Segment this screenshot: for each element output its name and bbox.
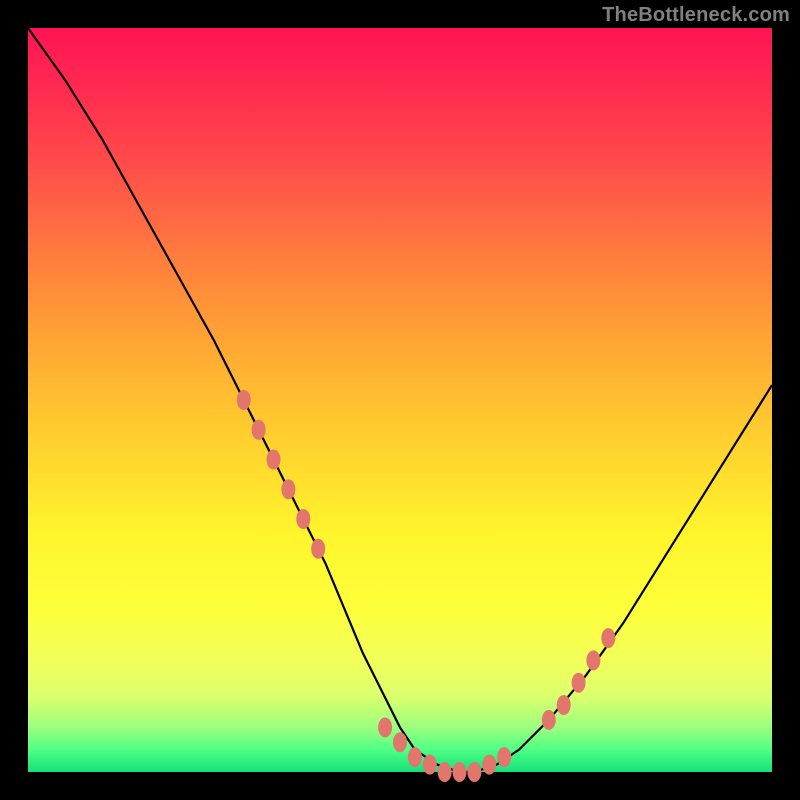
chart-frame: TheBottleneck.com — [0, 0, 800, 800]
highlight-dot — [281, 479, 295, 499]
highlight-dot — [252, 420, 266, 440]
highlight-dot — [408, 747, 422, 767]
highlight-dot — [453, 762, 467, 782]
plot-area — [28, 28, 772, 772]
highlight-dot — [601, 628, 615, 648]
highlight-dot — [393, 732, 407, 752]
highlight-dot — [267, 450, 281, 470]
highlight-dot — [438, 762, 452, 782]
highlight-dot — [482, 755, 496, 775]
highlight-dot — [542, 710, 556, 730]
highlight-dot — [378, 717, 392, 737]
highlight-dot — [467, 762, 481, 782]
highlight-dot — [237, 390, 251, 410]
highlight-dot — [497, 747, 511, 767]
highlight-dot — [311, 539, 325, 559]
watermark-text: TheBottleneck.com — [602, 4, 790, 27]
highlight-dot — [296, 509, 310, 529]
highlight-dot — [586, 650, 600, 670]
highlight-dot — [572, 673, 586, 693]
highlight-dot — [557, 695, 571, 715]
curve-svg — [28, 28, 772, 772]
highlight-dot — [423, 755, 437, 775]
highlight-markers — [237, 390, 616, 782]
bottleneck-curve — [28, 28, 772, 772]
